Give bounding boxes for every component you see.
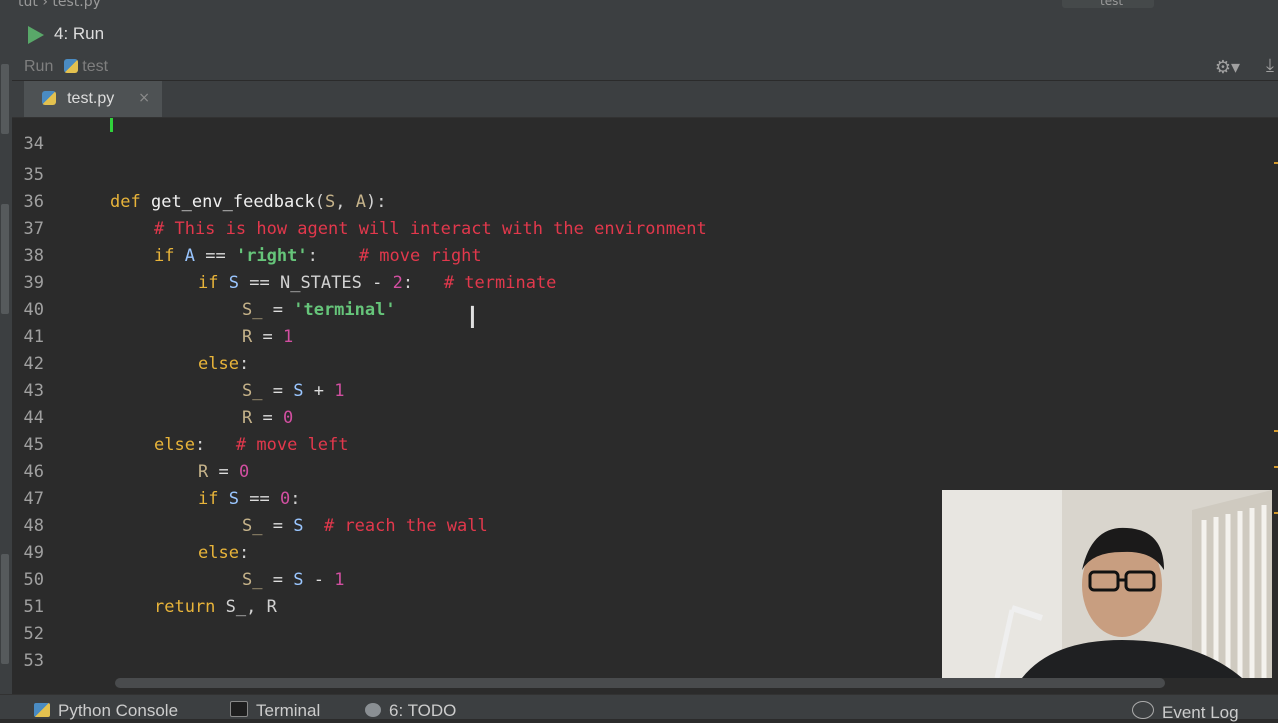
code-line[interactable]: 37 if A == 'right': # move right — [12, 189, 1278, 266]
code-line[interactable]: 39 S_ = 'terminal' — [12, 243, 1278, 320]
code-line[interactable]: 42 S_ = S + 1 — [12, 324, 1278, 401]
run-config-selector[interactable]: test — [1062, 0, 1154, 8]
code-line[interactable]: 44 else: # move left — [12, 378, 1278, 455]
editor-tab-row: test.py × — [12, 81, 1278, 118]
code-line[interactable]: 46 if S == 0: — [12, 432, 1278, 509]
left-tool-stripe — [0, 54, 12, 694]
text-caret — [110, 118, 113, 132]
project-tool-button[interactable] — [1, 64, 9, 134]
bottom-tool-bar: Python Console Terminal 6: TODO Event Lo… — [0, 694, 1278, 722]
error-stripe-marker[interactable] — [1274, 466, 1278, 468]
navigation-bar: tut › test.py test — [0, 0, 1278, 19]
gear-icon[interactable]: ⚙▾ — [1215, 57, 1240, 78]
download-icon[interactable]: ⤓ — [1266, 55, 1274, 76]
horizontal-scrollbar[interactable] — [115, 678, 1165, 688]
breadcrumb[interactable]: tut › test.py — [18, 0, 101, 10]
python-file-icon — [42, 91, 56, 105]
breadcrumb-separator: › — [42, 0, 53, 10]
terminal-icon — [230, 701, 248, 717]
code-line-partial: 34 — [12, 118, 1278, 154]
python-console-icon — [34, 703, 50, 717]
tab-test-py[interactable]: test.py × — [24, 81, 162, 117]
play-icon[interactable] — [28, 26, 44, 44]
todo-icon — [365, 703, 381, 717]
code-line[interactable]: 35 def get_env_feedback(S, A): — [12, 135, 1278, 212]
tab-label: test.py — [67, 90, 115, 107]
error-stripe-marker[interactable] — [1274, 430, 1278, 432]
run-config-name: test — [82, 58, 109, 75]
error-stripe-marker[interactable] — [1274, 512, 1278, 514]
breadcrumb-file[interactable]: test.py — [52, 0, 101, 10]
run-header-label: Run test — [24, 58, 109, 75]
run-header: Run test ⚙▾ ⤓ — [12, 54, 1278, 81]
code-line[interactable]: 38 if S == N_STATES - 2: # terminate — [12, 216, 1278, 293]
close-icon[interactable]: × — [138, 90, 150, 106]
breadcrumb-project[interactable]: tut — [18, 0, 38, 10]
webcam-overlay — [942, 490, 1272, 678]
event-log-icon — [1132, 701, 1154, 719]
code-line[interactable]: 36 # This is how agent will interact wit… — [12, 162, 1278, 239]
todo-button[interactable]: 6: TODO — [365, 701, 456, 721]
line-number: 54 — [12, 675, 44, 678]
code-line[interactable]: 45 R = 0 — [12, 405, 1278, 482]
code-line[interactable]: 47 S_ = S # reach the wall — [12, 459, 1278, 536]
webcam-image — [942, 490, 1272, 678]
error-stripe-marker[interactable] — [1274, 162, 1278, 164]
text-cursor-icon: I — [468, 301, 477, 336]
code-line[interactable]: 41 else: — [12, 297, 1278, 374]
favorites-tool-button[interactable] — [1, 554, 9, 664]
python-file-icon — [63, 59, 78, 73]
terminal-button[interactable]: Terminal — [230, 701, 320, 721]
run-tool-window-title: 4: Run — [0, 18, 1278, 54]
run-window-title[interactable]: 4: Run — [54, 24, 104, 44]
event-log-button[interactable]: Event Log — [1132, 701, 1239, 723]
python-console-button[interactable]: Python Console — [34, 701, 178, 721]
code-line[interactable]: 43 R = 0 — [12, 351, 1278, 428]
code-line[interactable]: 40 R = 1 — [12, 270, 1278, 347]
structure-tool-button[interactable] — [1, 204, 9, 314]
